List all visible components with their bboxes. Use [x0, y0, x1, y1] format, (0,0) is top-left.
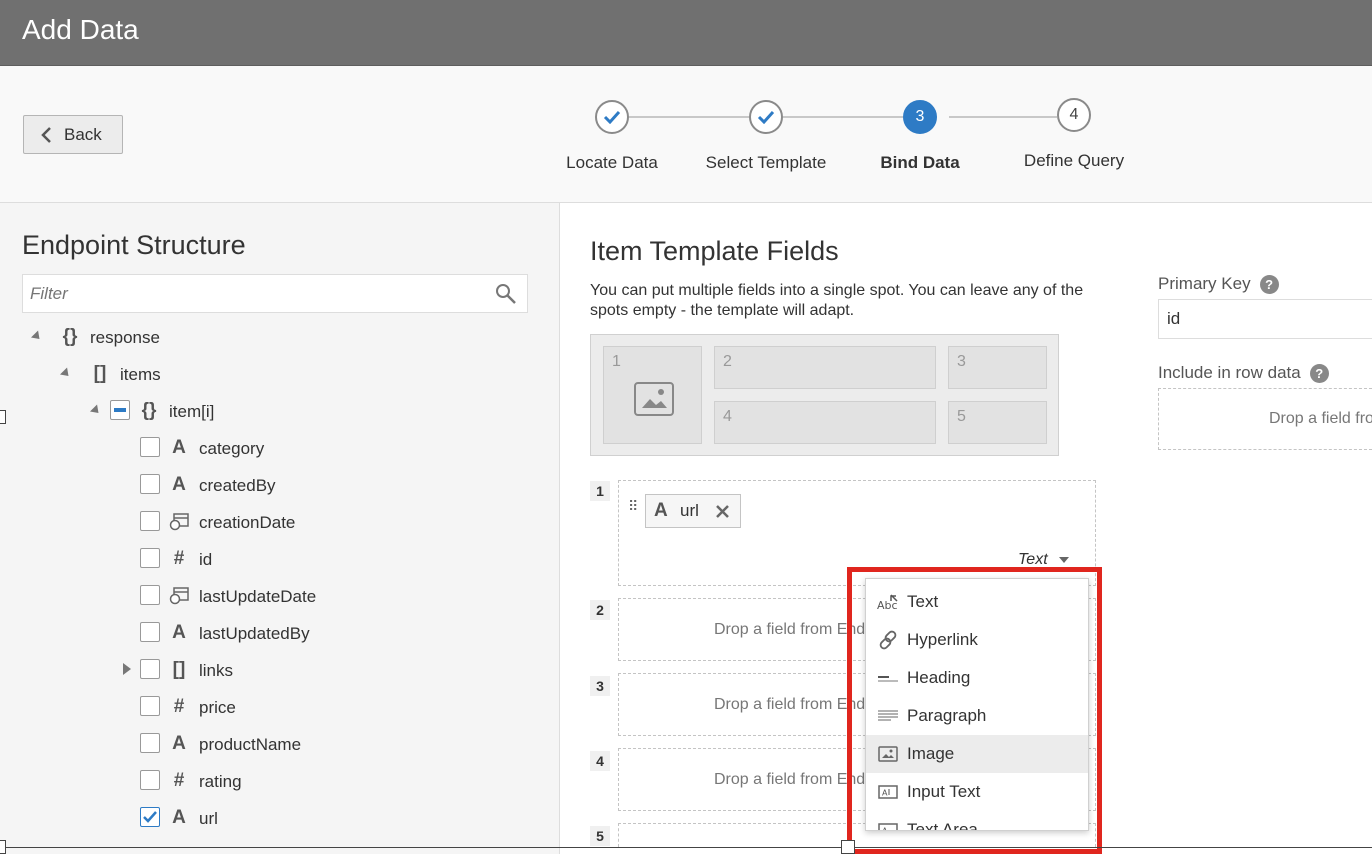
template-slot-1: 1 [603, 346, 702, 444]
field-checkbox[interactable] [140, 659, 160, 679]
step-4-label[interactable]: Define Query [1024, 151, 1124, 171]
step-1-label[interactable]: Locate Data [566, 153, 658, 173]
image-placeholder-icon [634, 382, 674, 416]
array-type-icon: [] [93, 363, 107, 384]
tree-node-category[interactable]: category [199, 439, 264, 459]
tree-node-lastUpdatedBy[interactable]: lastUpdatedBy [199, 624, 310, 644]
tree-node-items[interactable]: items [120, 365, 161, 385]
step-connector [949, 116, 1057, 118]
help-icon[interactable]: ? [1259, 274, 1279, 294]
field-checkbox[interactable] [140, 733, 160, 753]
back-button[interactable]: Back [23, 115, 123, 154]
include-row-data-label: Include in row data ? [1158, 363, 1329, 383]
field-checkbox[interactable] [140, 696, 160, 716]
spot-number: 4 [590, 751, 610, 771]
string-type-icon: A [172, 474, 186, 495]
item-template-title: Item Template Fields [590, 236, 839, 266]
step-1-circle[interactable] [595, 100, 629, 134]
expand-toggle[interactable] [123, 663, 131, 675]
template-preview: 1 2 3 4 5 [590, 334, 1059, 456]
tree-node-price[interactable]: price [199, 698, 236, 718]
step-3-circle[interactable]: 3 [903, 100, 937, 134]
help-icon[interactable]: ? [1309, 363, 1329, 383]
checkmark-icon [143, 811, 157, 823]
caret-down-icon [1058, 557, 1069, 563]
object-type-icon: {} [62, 326, 78, 347]
resize-handle[interactable] [0, 410, 6, 424]
dialog-bottom-edge [0, 847, 1372, 848]
step-2-circle[interactable] [749, 100, 783, 134]
template-slot-5: 5 [948, 401, 1047, 444]
field-checkbox[interactable] [140, 548, 160, 568]
search-icon[interactable] [495, 283, 517, 305]
tree-node-productName[interactable]: productName [199, 735, 301, 755]
wizard-header [0, 66, 1372, 203]
back-button-label: Back [64, 124, 102, 144]
spot-number: 2 [590, 600, 610, 620]
drag-handle-icon[interactable]: ⠿ [628, 499, 639, 513]
tree-node-creationDate[interactable]: creationDate [199, 513, 295, 533]
string-type-icon: A [172, 807, 186, 828]
field-checkbox[interactable] [140, 474, 160, 494]
resize-handle[interactable] [841, 840, 855, 854]
checkmark-icon [757, 110, 775, 124]
resize-handle[interactable] [0, 840, 6, 854]
dialog-title: Add Data [22, 14, 139, 45]
spot-number: 1 [590, 481, 610, 501]
field-checkbox[interactable] [140, 585, 160, 605]
include-row-data-text: Include in row data [1158, 363, 1301, 382]
number-type-icon: # [173, 696, 185, 717]
step-4-circle[interactable]: 4 [1057, 98, 1091, 132]
field-checkbox[interactable] [140, 770, 160, 790]
item-checkbox-partial[interactable] [110, 400, 130, 420]
step-2-label[interactable]: Select Template [706, 153, 827, 173]
chevron-left-icon [41, 126, 51, 143]
template-description: You can put multiple fields into a singl… [590, 282, 1084, 319]
dialog-title-bar: Add Data [0, 0, 1372, 66]
chip-label: url [680, 501, 699, 520]
step-connector [783, 116, 903, 118]
tree-node-url[interactable]: url [199, 809, 218, 829]
string-type-icon: A [172, 622, 186, 643]
primary-key-field[interactable] [1158, 299, 1372, 339]
primary-key-text: Primary Key [1158, 274, 1251, 293]
string-type-icon: A [172, 733, 186, 754]
tree-node-id[interactable]: id [199, 550, 212, 570]
tree-node-createdBy[interactable]: createdBy [199, 476, 276, 496]
string-type-icon: A [654, 500, 668, 521]
tree-node-lastUpdateDate[interactable]: lastUpdateDate [199, 587, 316, 607]
object-type-icon: {} [141, 400, 157, 421]
string-type-icon: A [172, 437, 186, 458]
template-slot-4: 4 [714, 401, 936, 444]
field-checkbox[interactable] [140, 437, 160, 457]
tree-node-response[interactable]: response [90, 328, 160, 348]
slot-number: 1 [612, 353, 621, 370]
step-connector [629, 116, 749, 118]
calendar-clock-icon [169, 587, 189, 605]
spot-number: 3 [590, 676, 610, 696]
number-type-icon: # [173, 770, 185, 791]
number-type-icon: # [173, 548, 185, 569]
checkmark-icon [603, 110, 621, 124]
primary-key-label: Primary Key ? [1158, 274, 1279, 294]
endpoint-structure-title: Endpoint Structure [22, 230, 246, 260]
include-row-data-dropzone[interactable]: Drop a field from Endpoint Structure [1158, 388, 1372, 450]
template-slot-3: 3 [948, 346, 1047, 389]
step-3-label[interactable]: Bind Data [880, 153, 959, 173]
field-chip-url[interactable]: A url [645, 494, 741, 528]
field-checkbox[interactable] [140, 511, 160, 531]
field-checkbox-checked[interactable] [140, 807, 160, 827]
filter-box [22, 274, 528, 313]
highlight-annotation-box [847, 567, 1102, 854]
close-icon[interactable] [716, 505, 729, 518]
field-checkbox[interactable] [140, 622, 160, 642]
tree-node-rating[interactable]: rating [199, 772, 242, 792]
calendar-clock-icon [169, 513, 189, 531]
tree-node-links[interactable]: links [199, 661, 233, 681]
tree-node-item[interactable]: item[i] [169, 402, 214, 422]
array-type-icon: [] [172, 659, 186, 680]
filter-input[interactable] [23, 283, 483, 304]
template-slot-2: 2 [714, 346, 936, 389]
spot-number: 5 [590, 826, 610, 846]
